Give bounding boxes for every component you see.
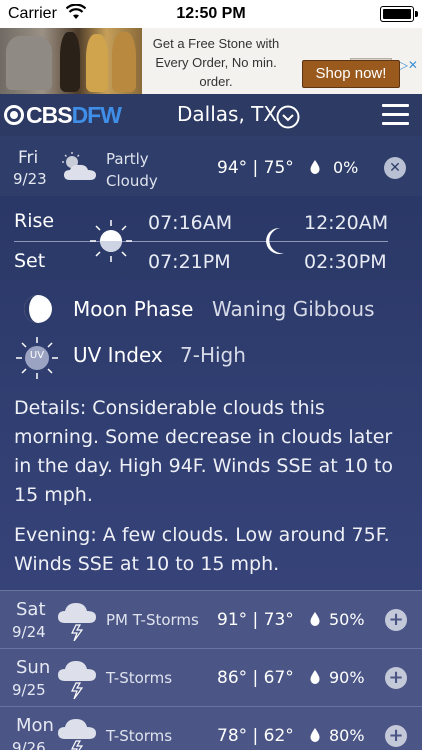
forecast-row[interactable]: Mon 9/26 T-Storms 78° | 62° 80% + xyxy=(0,706,422,750)
ad-headline[interactable]: Get a Free Stone with Every Order, No mi… xyxy=(146,34,286,91)
uv-index-label: UV Index xyxy=(73,343,163,367)
forecast-row[interactable]: Sat 9/24 PM T-Storms 91° | 73° 50% + xyxy=(0,590,422,648)
moon-phase-icon xyxy=(24,295,52,323)
horizon-divider xyxy=(14,241,388,242)
uv-index-icon: UV xyxy=(15,336,59,380)
sun-horizon-icon xyxy=(90,220,132,262)
today-temps: 94° | 75° xyxy=(217,158,294,178)
raindrop-icon xyxy=(310,670,320,684)
sunrise-time: 07:16AM xyxy=(148,212,233,234)
app-header: CBSDFW Dallas, TX xyxy=(0,94,422,136)
chevron-down-icon[interactable] xyxy=(276,105,300,129)
crescent-moon-icon xyxy=(266,227,284,254)
brand-cbs: CBS xyxy=(26,102,73,128)
thunderstorm-icon xyxy=(58,719,96,750)
forecast-date: 9/26 xyxy=(12,739,46,750)
brand-logo[interactable]: CBSDFW xyxy=(26,102,122,129)
brand-dfw: DFW xyxy=(71,102,122,128)
today-day: Fri xyxy=(18,148,39,168)
forecast-precip: 50% xyxy=(329,610,365,629)
expand-plus-button[interactable]: + xyxy=(385,725,407,747)
thunderstorm-icon xyxy=(58,603,96,641)
forecast-date: 9/24 xyxy=(12,623,46,641)
rise-label: Rise xyxy=(14,210,55,232)
expand-plus-button[interactable]: + xyxy=(385,667,407,689)
evening-forecast-text: Evening: A few clouds. Low around 75F. W… xyxy=(14,524,390,575)
raindrop-icon xyxy=(310,160,320,174)
expand-plus-button[interactable]: + xyxy=(385,609,407,631)
raindrop-icon xyxy=(310,612,320,626)
forecast-details-text: Details: Considerable clouds this mornin… xyxy=(14,397,394,506)
forecast-date: 9/25 xyxy=(12,681,46,699)
hamburger-menu-icon[interactable] xyxy=(382,104,409,126)
forecast-condition: PM T-Storms xyxy=(106,611,199,629)
forecast-condition: T-Storms xyxy=(106,669,173,687)
clock: 12:50 PM xyxy=(176,5,246,22)
forecast-day: Sun xyxy=(16,657,51,678)
today-precip: 0% xyxy=(333,158,359,177)
shop-now-button[interactable]: Shop now! xyxy=(302,60,400,88)
cbs-eye-logo-icon xyxy=(4,105,24,125)
partly-cloudy-icon xyxy=(62,152,96,180)
today-date: 9/23 xyxy=(13,170,47,188)
today-condition-line1: Partly xyxy=(106,150,149,168)
forecast-day: Mon xyxy=(16,715,54,736)
ad-image[interactable] xyxy=(0,28,142,94)
today-condition-line2: Cloudy xyxy=(106,172,158,190)
collapse-close-button[interactable]: ✕ xyxy=(384,157,406,179)
thunderstorm-icon xyxy=(58,661,96,699)
status-bar: Carrier 12:50 PM xyxy=(0,0,422,28)
detail-panel: Rise Set 07:16AM 07:21PM 12:20AM 02:30PM… xyxy=(0,196,422,590)
forecast-temps: 91° | 73° xyxy=(217,610,294,630)
raindrop-icon xyxy=(310,728,320,742)
forecast-row[interactable]: Sun 9/25 T-Storms 86° | 67° 90% + xyxy=(0,648,422,706)
forecast-condition: T-Storms xyxy=(106,727,173,745)
moonrise-time: 12:20AM xyxy=(304,212,389,234)
uv-badge: UV xyxy=(29,350,45,361)
moonset-time: 02:30PM xyxy=(304,251,387,273)
forecast-precip: 90% xyxy=(329,668,365,687)
battery-icon xyxy=(380,6,418,22)
forecast-temps: 86° | 67° xyxy=(217,668,294,688)
sunset-time: 07:21PM xyxy=(148,251,231,273)
forecast-day: Sat xyxy=(16,599,46,620)
forecast-precip: 80% xyxy=(329,726,365,745)
forecast-temps: 78° | 62° xyxy=(217,726,294,746)
today-summary-row[interactable]: Fri 9/23 Partly Cloudy 94° | 75° 0% ✕ xyxy=(0,138,422,196)
today-condition: Partly Cloudy xyxy=(106,148,158,192)
set-label: Set xyxy=(14,250,46,272)
moon-phase-value: Waning Gibbous xyxy=(212,297,375,321)
city-selector[interactable]: Dallas, TX xyxy=(177,102,277,126)
moon-phase-label: Moon Phase xyxy=(73,297,194,321)
uv-index-value: 7-High xyxy=(180,343,246,367)
